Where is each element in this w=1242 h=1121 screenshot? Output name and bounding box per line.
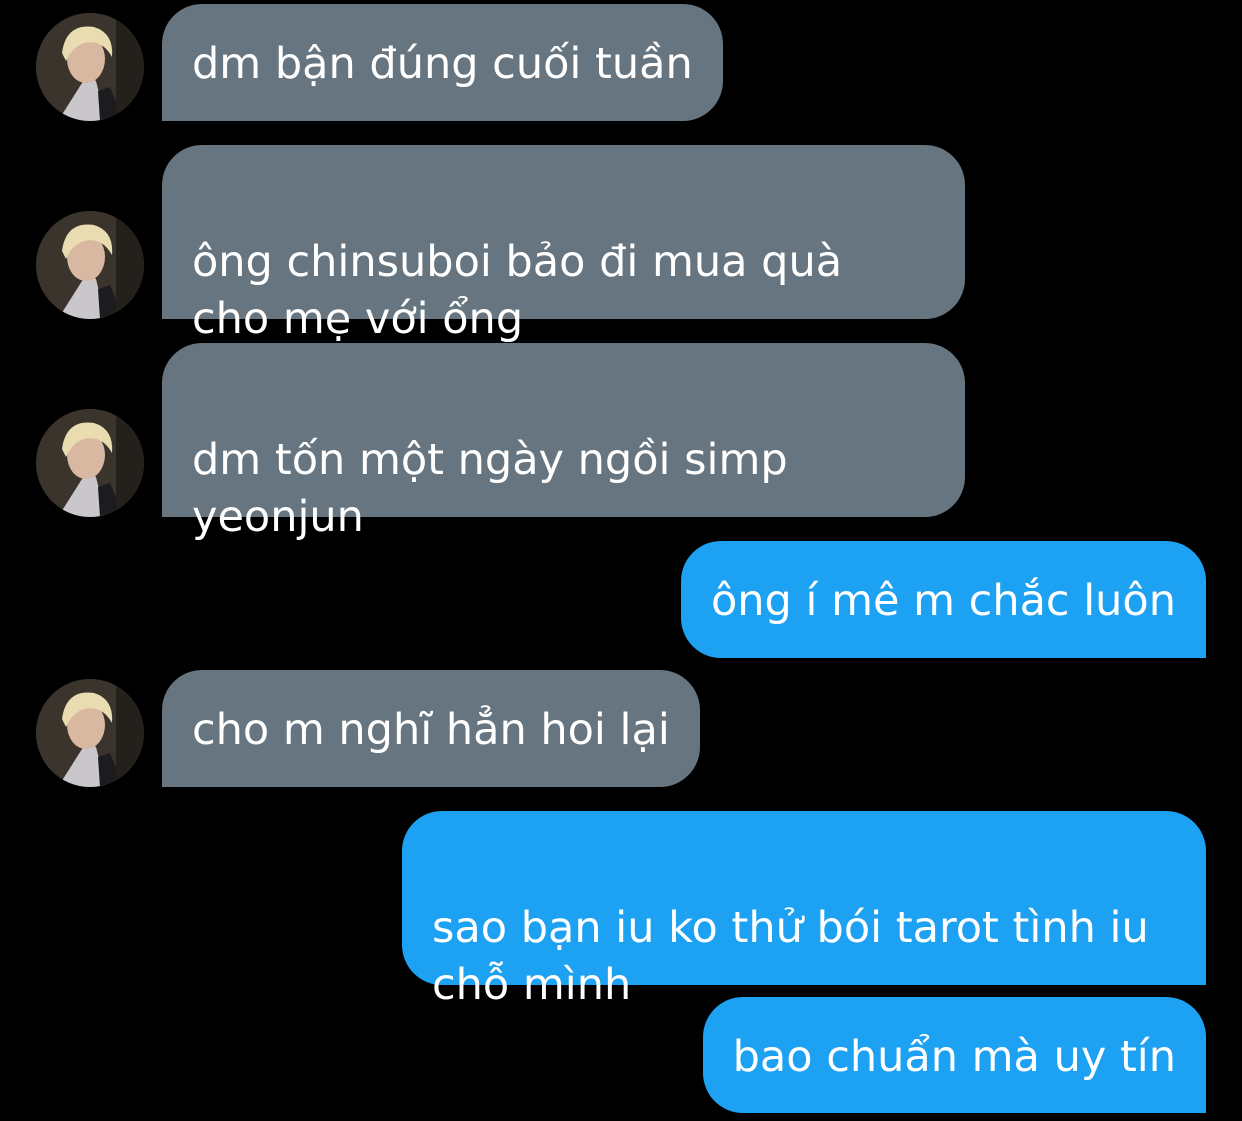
message-text: dm tốn một ngày ngồi simp yeonjun	[192, 435, 788, 542]
message-text: cho m nghĩ hẳn hoi lại	[192, 705, 670, 755]
contact-avatar[interactable]	[36, 13, 144, 121]
message-bubble-outgoing[interactable]: sao bạn iu ko thử bói tarot tình iu chỗ …	[402, 811, 1206, 1010]
message-text: sao bạn iu ko thử bói tarot tình iu chỗ …	[432, 903, 1149, 1010]
message-text: ông chinsuboi bảo đi mua quà cho mẹ với …	[192, 237, 843, 344]
message-text: ông í mê m chắc luôn	[710, 576, 1176, 626]
message-text: dm bận đúng cuối tuần	[192, 39, 693, 89]
message-bubble-outgoing[interactable]: bao chuẩn mà uy tín	[702, 997, 1206, 1113]
message-bubble-incoming[interactable]: dm tốn một ngày ngồi simp yeonjun	[162, 343, 965, 542]
message-text: bao chuẩn mà uy tín	[732, 1032, 1176, 1082]
contact-avatar[interactable]	[36, 679, 144, 787]
avatar-photo	[36, 409, 144, 517]
avatar-photo	[36, 13, 144, 121]
message-bubble-incoming[interactable]: ông chinsuboi bảo đi mua quà cho mẹ với …	[162, 145, 965, 344]
avatar-photo	[36, 211, 144, 319]
contact-avatar[interactable]	[36, 211, 144, 319]
contact-avatar[interactable]	[36, 409, 144, 517]
message-bubble-outgoing[interactable]: ông í mê m chắc luôn	[680, 541, 1206, 658]
avatar-photo	[36, 679, 144, 787]
message-bubble-incoming[interactable]: cho m nghĩ hẳn hoi lại	[162, 670, 700, 787]
message-bubble-incoming[interactable]: dm bận đúng cuối tuần	[162, 4, 723, 121]
